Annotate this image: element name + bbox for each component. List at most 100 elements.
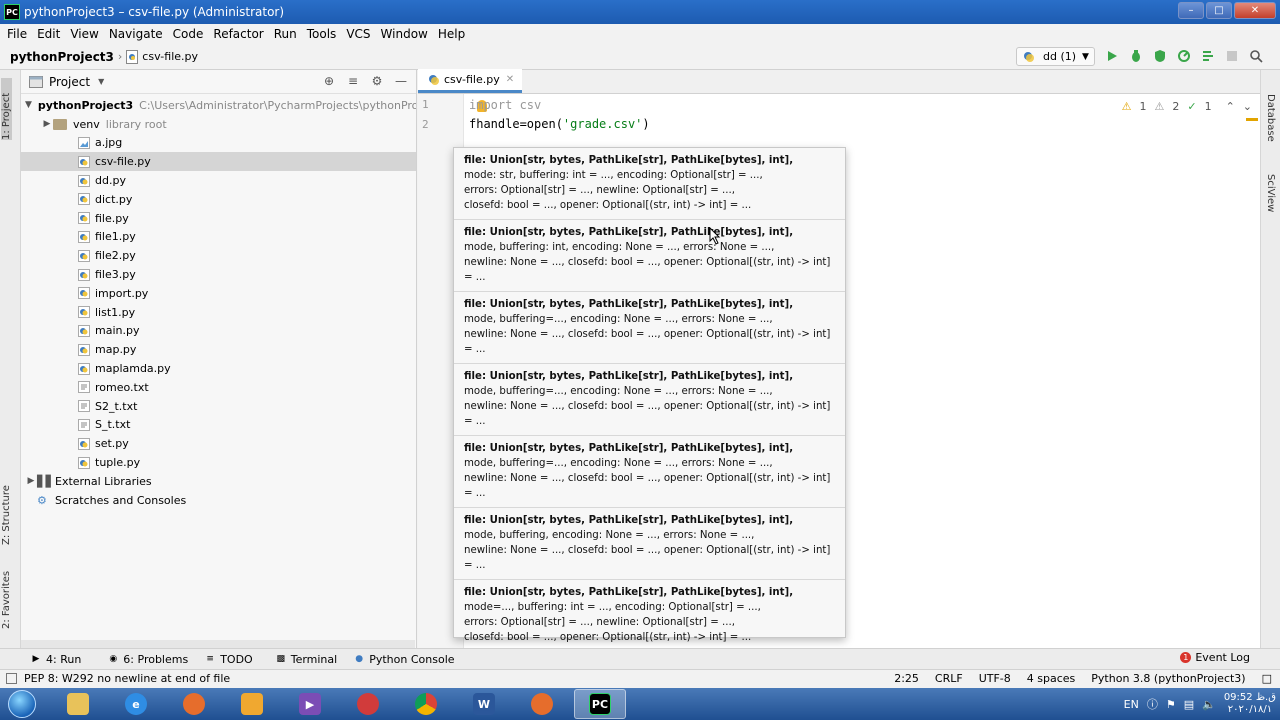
taskbar-pycharm[interactable]: PC — [574, 689, 626, 719]
editor-tab-csv-file[interactable]: csv-file.py ✕ — [418, 69, 523, 93]
start-button[interactable] — [0, 688, 44, 720]
breadcrumb-file[interactable]: csv-file.py — [142, 50, 198, 63]
profile-icon[interactable] — [1176, 48, 1192, 64]
tree-file-item[interactable]: file1.py — [21, 228, 416, 247]
taskbar-paint[interactable] — [342, 689, 394, 719]
tree-file-item[interactable]: dict.py — [21, 190, 416, 209]
code-line-2[interactable]: fhandle=open('grade.csv') — [469, 117, 650, 131]
toggle-tool-windows-icon[interactable] — [6, 673, 17, 684]
tree-file-item[interactable]: S2_t.txt — [21, 397, 416, 416]
clock[interactable]: 09:52 ق.ظ ۲۰۲۰/۱۸/۱ — [1224, 692, 1276, 716]
menu-vcs[interactable]: VCS — [341, 27, 375, 41]
tree-file-item[interactable]: maplamda.py — [21, 359, 416, 378]
run-icon[interactable] — [1104, 48, 1120, 64]
search-everywhere-icon[interactable] — [1248, 48, 1264, 64]
line-separator[interactable]: CRLF — [935, 672, 963, 685]
collapse-arrow-icon[interactable]: ▶ — [25, 476, 37, 486]
taskbar-internet-explorer[interactable]: e — [110, 689, 162, 719]
close-tab-icon[interactable]: ✕ — [506, 74, 514, 85]
file-encoding[interactable]: UTF-8 — [979, 672, 1011, 685]
locate-file-icon[interactable]: ⊕ — [322, 74, 336, 88]
menu-run[interactable]: Run — [269, 27, 302, 41]
signature-option[interactable]: file: Union[str, bytes, PathLike[str], P… — [454, 220, 845, 292]
stop-icon[interactable] — [1224, 48, 1240, 64]
caret-position[interactable]: 2:25 — [894, 672, 919, 685]
tool-window-structure-tab[interactable]: Z: Structure — [1, 475, 12, 545]
coverage-icon[interactable] — [1152, 48, 1168, 64]
tree-file-item[interactable]: csv-file.py — [21, 152, 416, 172]
inspection-widget[interactable]: ⚠ 1 ⚠ 2 ✓ 1 ⌃ ⌄ — [1122, 100, 1252, 113]
error-stripe-mark[interactable] — [1246, 118, 1258, 121]
chevron-down-icon[interactable]: ▼ — [98, 77, 104, 86]
taskbar-explorer[interactable] — [52, 689, 104, 719]
gear-icon[interactable]: ⚙ — [370, 74, 384, 88]
tree-root[interactable]: ▼ pythonProject3 C:\Users\Administrator\… — [21, 96, 416, 115]
tree-file-item[interactable]: file.py — [21, 209, 416, 228]
tool-window-project-tab[interactable]: 1: Project — [1, 78, 12, 140]
todo-tool-button[interactable]: ≡ TODO — [196, 653, 261, 666]
run-tool-button[interactable]: ▶ 4: Run — [22, 653, 89, 666]
breadcrumb-project[interactable]: pythonProject3 — [10, 50, 114, 64]
tree-file-item[interactable]: file2.py — [21, 246, 416, 265]
taskbar-firefox[interactable] — [168, 689, 220, 719]
hide-panel-icon[interactable]: — — [394, 74, 408, 88]
tree-file-item[interactable]: main.py — [21, 322, 416, 341]
project-panel-title[interactable]: Project — [49, 75, 90, 89]
python-interpreter[interactable]: Python 3.8 (pythonProject3) — [1091, 672, 1245, 685]
help-icon[interactable]: ⓘ — [1147, 696, 1158, 712]
menu-edit[interactable]: Edit — [32, 27, 65, 41]
maximize-button[interactable]: □ — [1206, 2, 1232, 19]
code-line-1[interactable]: import csv — [469, 98, 541, 112]
run-configuration-select[interactable]: dd (1) ▼ — [1016, 47, 1095, 66]
taskbar-media-player[interactable]: ▶ — [284, 689, 336, 719]
taskbar-firefox-2[interactable] — [516, 689, 568, 719]
menu-code[interactable]: Code — [168, 27, 209, 41]
menu-help[interactable]: Help — [433, 27, 470, 41]
terminal-tool-button[interactable]: ▩ Terminal — [267, 653, 346, 666]
language-indicator[interactable]: EN — [1124, 698, 1139, 711]
tree-file-item[interactable]: tuple.py — [21, 453, 416, 472]
signature-option[interactable]: file: Union[str, bytes, PathLike[str], P… — [454, 364, 845, 436]
close-button[interactable]: ✕ — [1234, 2, 1276, 19]
tree-file-item[interactable]: set.py — [21, 434, 416, 453]
tool-window-favorites-tab[interactable]: 2: Favorites — [1, 567, 12, 629]
tool-window-sciview-tab[interactable]: SciView — [1265, 174, 1276, 212]
menu-refactor[interactable]: Refactor — [208, 27, 268, 41]
tree-file-item[interactable]: S_t.txt — [21, 416, 416, 435]
horizontal-scrollbar[interactable] — [21, 640, 415, 648]
debug-icon[interactable] — [1128, 48, 1144, 64]
tree-file-item[interactable]: a.jpg — [21, 134, 416, 153]
tree-file-item[interactable]: romeo.txt — [21, 378, 416, 397]
previous-highlight-icon[interactable]: ⌃ — [1226, 100, 1235, 113]
tree-file-item[interactable]: list1.py — [21, 303, 416, 322]
expand-arrow-icon[interactable]: ▼ — [25, 100, 32, 110]
network-icon[interactable]: ▤ — [1184, 698, 1194, 711]
tool-window-database-tab[interactable]: Database — [1265, 94, 1276, 142]
tree-file-item[interactable]: map.py — [21, 340, 416, 359]
taskbar-word[interactable]: W — [458, 689, 510, 719]
signature-option[interactable]: file: Union[str, bytes, PathLike[str], P… — [454, 292, 845, 364]
taskbar-chrome[interactable] — [400, 689, 452, 719]
collapse-all-icon[interactable]: ≡ — [346, 74, 360, 88]
tree-external-libraries[interactable]: ▶ ▋▋ External Libraries — [21, 472, 416, 491]
signature-option[interactable]: file: Union[str, bytes, PathLike[str], P… — [454, 580, 845, 651]
menu-navigate[interactable]: Navigate — [104, 27, 168, 41]
tree-file-item[interactable]: import.py — [21, 284, 416, 303]
menu-tools[interactable]: Tools — [302, 27, 342, 41]
event-log-button[interactable]: 1 Event Log — [1180, 651, 1250, 664]
lock-icon[interactable]: □ — [1262, 672, 1272, 685]
menu-file[interactable]: File — [2, 27, 32, 41]
tree-file-item[interactable]: file3.py — [21, 265, 416, 284]
taskbar-explorer-2[interactable] — [226, 689, 278, 719]
tree-scratches[interactable]: ⚙ Scratches and Consoles — [21, 491, 416, 510]
signature-option[interactable]: file: Union[str, bytes, PathLike[str], P… — [454, 148, 845, 220]
menu-view[interactable]: View — [65, 27, 103, 41]
tree-file-item[interactable]: dd.py — [21, 171, 416, 190]
python-console-tool-button[interactable]: ● Python Console — [345, 653, 462, 666]
signature-option[interactable]: file: Union[str, bytes, PathLike[str], P… — [454, 436, 845, 508]
volume-icon[interactable]: 🔈 — [1202, 698, 1216, 711]
collapse-arrow-icon[interactable]: ▶ — [41, 119, 53, 129]
menu-window[interactable]: Window — [376, 27, 433, 41]
problems-tool-button[interactable]: ◉ 6: Problems — [99, 653, 196, 666]
indent-setting[interactable]: 4 spaces — [1027, 672, 1076, 685]
